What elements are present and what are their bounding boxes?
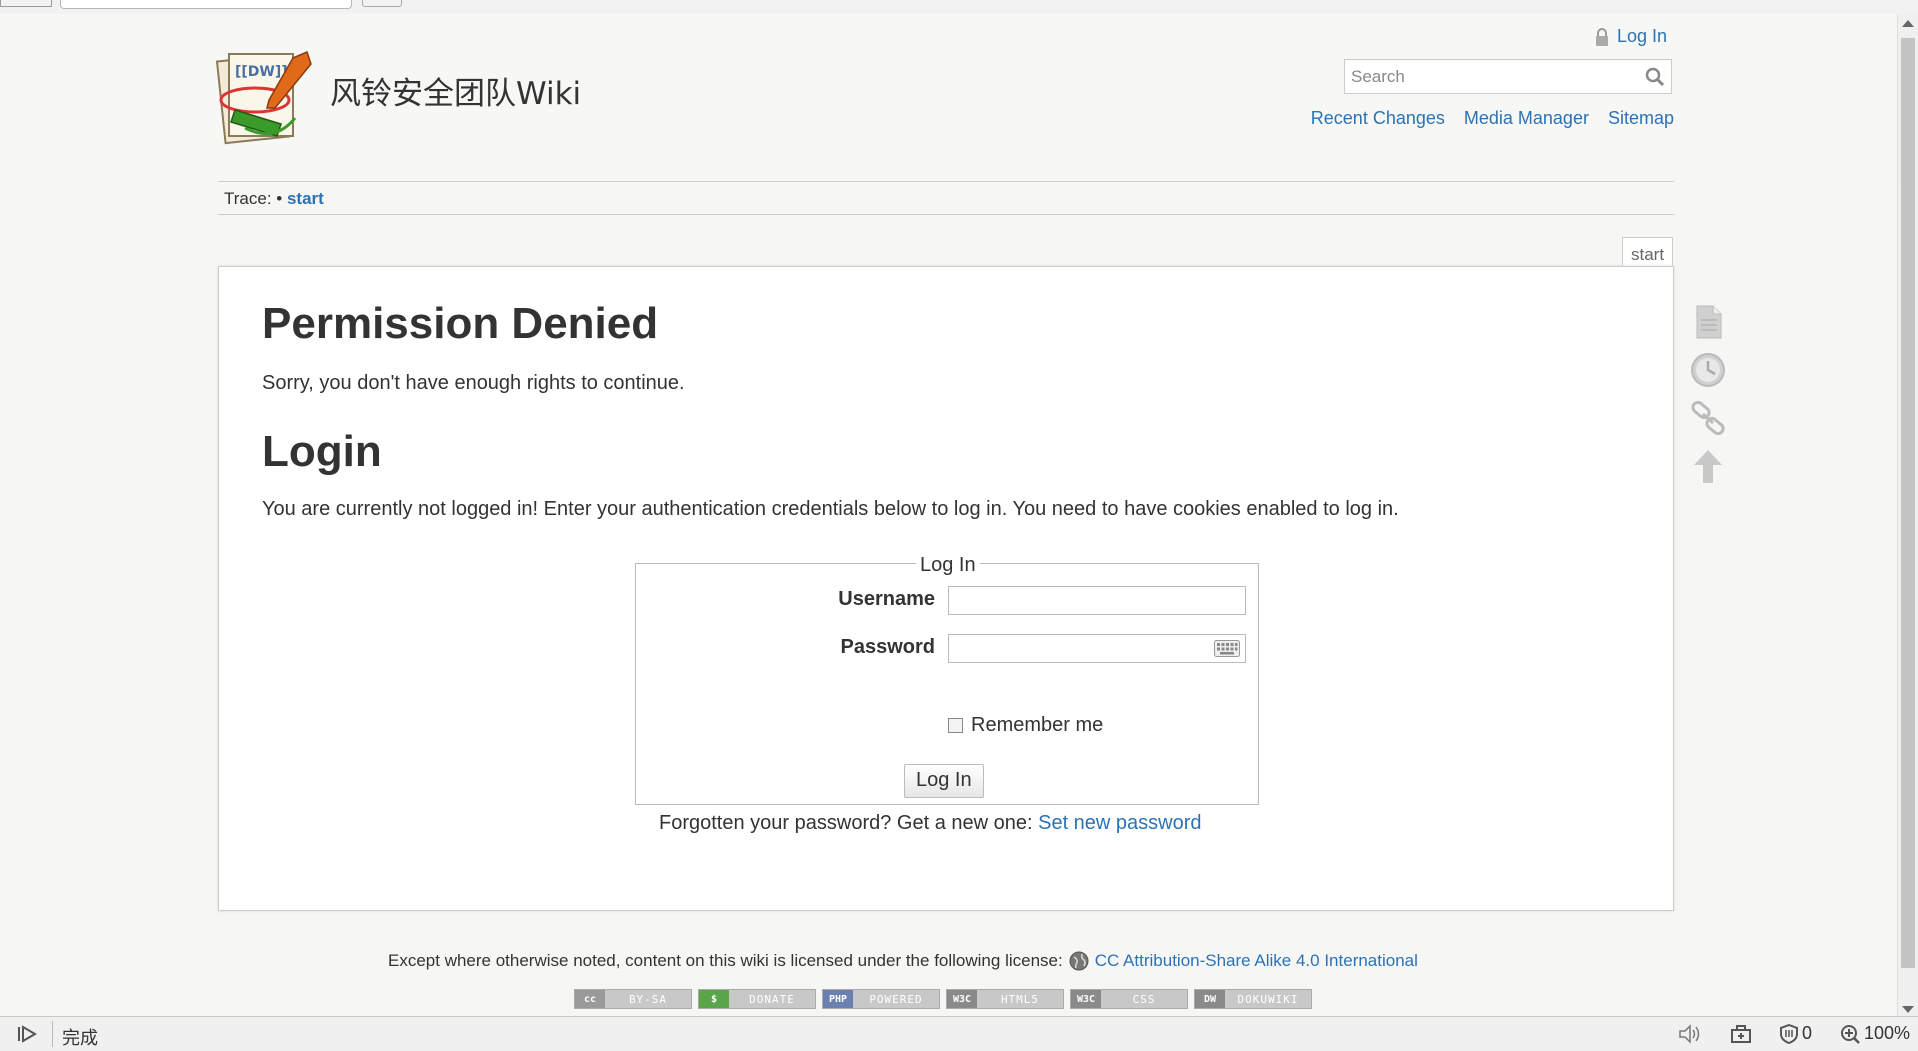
badge-dokuwiki-right: DOKUWIKI <box>1237 992 1299 1006</box>
badge-php[interactable]: PHP POWERED <box>822 989 940 1009</box>
badge-donate-right: DONATE <box>749 992 795 1006</box>
badge-css[interactable]: W3C CSS <box>1070 989 1188 1009</box>
site-tools: Recent Changes Media Manager Sitemap <box>1311 108 1674 129</box>
username-label: Username <box>838 588 935 610</box>
new-tab-button[interactable] <box>362 0 402 7</box>
badge-cc-left: cc <box>575 990 605 1008</box>
scrollbar-thumb[interactable] <box>1901 38 1915 968</box>
status-separator <box>52 1021 53 1047</box>
dokuwiki-logo[interactable]: [[DW]] <box>215 48 320 153</box>
search-input[interactable] <box>1345 60 1647 93</box>
show-page-icon[interactable] <box>1689 303 1727 341</box>
footer-badges: cc BY-SA $ DONATE PHP POWERED W3C HTML5 W3C C… <box>574 989 1312 1009</box>
set-new-password-link[interactable]: Set new password <box>1038 812 1201 834</box>
shield-icon <box>1779 1023 1798 1044</box>
license-link[interactable]: CC Attribution-Share Alike 4.0 Internati… <box>1095 951 1418 971</box>
badge-css-left: W3C <box>1071 990 1101 1008</box>
backlinks-icon[interactable] <box>1689 399 1727 437</box>
back-to-top-icon[interactable] <box>1689 447 1727 485</box>
globe-icon <box>1069 951 1089 971</box>
username-field[interactable] <box>948 586 1246 615</box>
play-icon[interactable] <box>16 1025 38 1043</box>
trace-bullet: • <box>276 189 283 208</box>
adblock-indicator[interactable]: 0 <box>1779 1023 1812 1044</box>
badge-donate-left: $ <box>699 990 729 1008</box>
page-content: Permission Denied Sorry, you don't have … <box>218 266 1674 911</box>
badge-css-right: CSS <box>1132 992 1156 1006</box>
login-instructions: You are currently not logged in! Enter y… <box>262 498 1399 520</box>
license-text: Except where otherwise noted, content on… <box>388 951 1063 970</box>
status-right-tools: 0 100% <box>1678 1023 1910 1044</box>
login-heading: Login <box>262 427 382 476</box>
badge-html5-left: W3C <box>947 990 977 1008</box>
volume-icon[interactable] <box>1678 1023 1702 1044</box>
trace: Trace: • start <box>224 189 324 209</box>
recent-changes-link[interactable]: Recent Changes <box>1311 108 1445 129</box>
badge-php-right: POWERED <box>869 992 923 1006</box>
login-form: Log In Username Password Remember me Log… <box>635 554 1259 805</box>
page-tools <box>1689 303 1727 495</box>
sitemap-link[interactable]: Sitemap <box>1608 108 1674 129</box>
zoom-icon <box>1840 1024 1860 1044</box>
status-text: 完成 <box>62 1028 98 1049</box>
badge-cc-right: BY-SA <box>628 992 668 1006</box>
remember-me-checkbox[interactable] <box>948 718 963 733</box>
site-title[interactable]: 风铃安全团队Wiki <box>330 68 581 113</box>
breadcrumb: Trace: • start <box>218 181 1674 215</box>
toolbox-icon[interactable] <box>1730 1024 1752 1044</box>
login-form-legend: Log In <box>916 554 980 577</box>
trace-label: Trace: <box>224 189 272 208</box>
old-revisions-icon[interactable] <box>1689 351 1727 389</box>
login-link[interactable]: Log In <box>1595 26 1667 47</box>
svg-text:[[DW]]: [[DW]] <box>235 64 288 80</box>
vertical-scrollbar[interactable] <box>1897 14 1918 1016</box>
zoom-level: 100% <box>1863 1023 1910 1043</box>
browser-menu-tab[interactable] <box>0 0 52 7</box>
zoom-control[interactable]: 100% <box>1840 1023 1910 1044</box>
search-box <box>1344 59 1672 94</box>
badge-donate[interactable]: $ DONATE <box>698 989 816 1009</box>
remember-me-label[interactable]: Remember me <box>971 714 1103 737</box>
badge-dokuwiki-left: DW <box>1195 990 1225 1008</box>
scroll-up-arrow-icon[interactable] <box>1902 20 1914 27</box>
login-link-label: Log In <box>1617 26 1668 46</box>
keyboard-icon[interactable] <box>1214 640 1240 657</box>
badge-dokuwiki[interactable]: DW DOKUWIKI <box>1194 989 1312 1009</box>
trace-link-start[interactable]: start <box>287 189 324 208</box>
browser-active-tab[interactable] <box>60 0 352 9</box>
login-submit-button[interactable]: Log In <box>904 764 984 798</box>
search-icon[interactable] <box>1645 67 1665 87</box>
browser-tab-strip <box>0 0 1918 15</box>
license-info: Except where otherwise noted, content on… <box>388 951 1418 971</box>
permission-denied-text: Sorry, you don't have enough rights to c… <box>262 372 685 394</box>
forgot-password-text: Forgotten your password? Get a new one: <box>659 812 1033 834</box>
password-label: Password <box>840 636 935 658</box>
media-manager-link[interactable]: Media Manager <box>1464 108 1589 129</box>
permission-denied-heading: Permission Denied <box>262 299 659 348</box>
remember-me: Remember me <box>948 714 1103 737</box>
lock-icon <box>1596 27 1608 46</box>
badge-cc-by-sa[interactable]: cc BY-SA <box>574 989 692 1009</box>
browser-status-bar: 完成 0 100% <box>0 1016 1918 1051</box>
badge-html5-right: HTML5 <box>1000 992 1040 1006</box>
scroll-down-arrow-icon[interactable] <box>1902 1006 1914 1013</box>
badge-html5[interactable]: W3C HTML5 <box>946 989 1064 1009</box>
password-field[interactable] <box>948 634 1246 663</box>
adblock-count: 0 <box>1801 1023 1812 1043</box>
forgot-password: Forgotten your password? Get a new one: … <box>659 812 1202 835</box>
badge-php-left: PHP <box>823 990 853 1008</box>
